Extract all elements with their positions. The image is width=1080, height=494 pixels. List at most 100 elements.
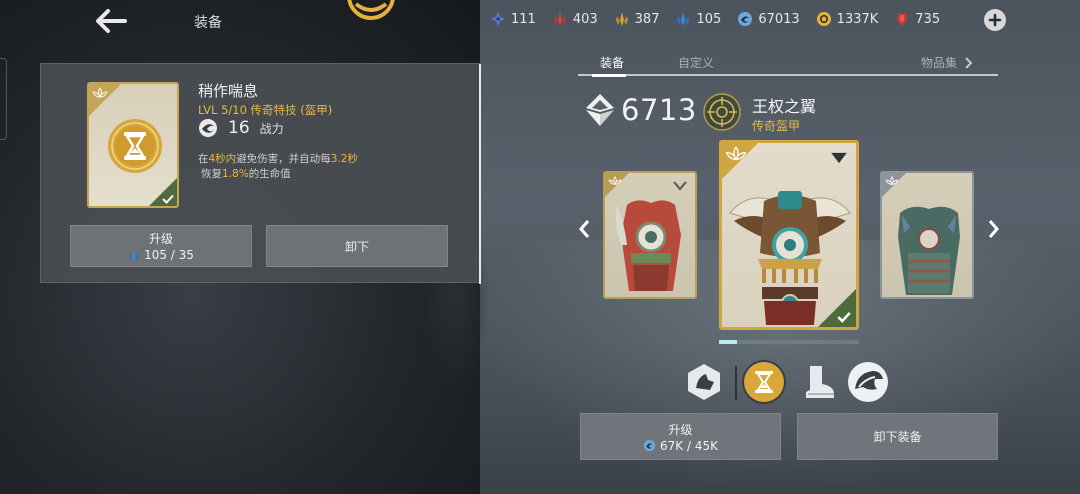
desc-text: 避免伤害，并自动每: [236, 153, 331, 165]
unequip-label: 卸下: [344, 239, 369, 254]
armor-perk-icon: [688, 364, 720, 400]
perk-power-label: 战力: [259, 121, 284, 136]
red-crystal-icon: [553, 12, 566, 26]
set-emblem-icon[interactable]: [703, 93, 741, 131]
next-item-button[interactable]: [984, 217, 1004, 241]
steel-swirl-icon: [738, 12, 753, 26]
upgrade-cost: 105 / 35: [128, 248, 194, 262]
chest-armor-icon: [898, 206, 960, 295]
lotus-icon: [725, 146, 747, 161]
perk-upgrade-button[interactable]: 升级 105 / 35: [70, 225, 252, 267]
currency-value: 387: [634, 11, 660, 27]
chevron-down-icon: [673, 181, 687, 191]
tab-collection[interactable]: 物品集: [921, 54, 973, 71]
perk-slot-selector: [684, 362, 894, 404]
currency-gold-coin[interactable]: 1337K: [816, 11, 879, 27]
lotus-icon: [92, 87, 108, 98]
tab-custom[interactable]: 自定义: [678, 54, 714, 71]
back-arrow-icon: [96, 9, 127, 33]
chest-armor-icon: [615, 200, 681, 291]
lotus-icon: [608, 176, 622, 186]
perk-card[interactable]: [87, 82, 179, 208]
side-drawer-tab[interactable]: [0, 58, 7, 140]
currency-value: 105: [696, 11, 722, 27]
perk-slot-2-selected[interactable]: [744, 362, 784, 402]
back-button[interactable]: [92, 6, 130, 36]
perk-description: 在4秒内避免伤害，并自动每3.2秒 恢复1.8%的生命值: [198, 152, 458, 182]
chevron-down-icon: [831, 152, 847, 164]
upgrade-cost-value: 105 / 35: [144, 248, 194, 262]
gear-tabs: 装备 自定义 物品集: [578, 48, 998, 77]
desc-highlight: 1.8%: [222, 168, 249, 180]
currency-red-crystal[interactable]: 403: [552, 11, 598, 27]
upgrade-label: 升级: [148, 232, 173, 246]
perk-level-type: LVL 5/10 传奇特技 (盔甲): [198, 103, 333, 117]
item-name: 王权之翼: [752, 97, 817, 116]
currency-gold-crystal[interactable]: 387: [614, 11, 660, 27]
lotus-emblem-icon: [347, 0, 395, 20]
perk-power: 16 战力: [198, 118, 284, 138]
desc-text: 恢复: [201, 168, 222, 180]
swirl-power-icon: [199, 119, 217, 137]
desc-highlight: 3.2秒: [330, 153, 358, 165]
gear-card-previous[interactable]: [603, 171, 697, 299]
upgrade-cost-value: 67K / 45K: [660, 438, 718, 453]
prev-item-button[interactable]: [574, 217, 594, 241]
active-tab-indicator: [592, 74, 626, 77]
currency-value: 1337K: [836, 11, 879, 27]
gear-card-next[interactable]: [880, 171, 974, 299]
gear-score: 6713: [584, 92, 697, 128]
currency-value: 111: [511, 11, 536, 27]
gear-score-value: 6713: [621, 93, 697, 127]
chevron-right-icon: [988, 220, 999, 238]
currency-red-shard[interactable]: 735: [894, 11, 940, 27]
blue-star-shard-icon: [491, 12, 505, 26]
plus-icon: [988, 13, 1002, 27]
beast-perk-icon: [855, 371, 883, 390]
gold-crystal-icon: [615, 12, 628, 26]
blue-crystal-icon: [129, 249, 139, 261]
top-bar: 装备 111 403 387 105 67013 1337K 735: [0, 0, 1080, 42]
lotus-icon: [885, 176, 899, 186]
currency-blue-crystal[interactable]: 105: [675, 11, 721, 27]
perk-detail-panel: 稍作喘息 LVL 5/10 传奇特技 (盔甲) 16 战力 在4秒内避免伤害，并…: [40, 63, 481, 284]
currency-steel[interactable]: 67013: [737, 11, 800, 27]
item-rarity: 传奇盔甲: [752, 119, 801, 133]
perk-power-value: 16: [228, 118, 250, 138]
add-currency-button[interactable]: [984, 9, 1006, 31]
gear-upgrade-button[interactable]: 升级 67K / 45K: [580, 413, 781, 460]
perk-slot-4[interactable]: [848, 362, 888, 402]
chevron-left-icon: [579, 220, 590, 238]
hourglass-medal-icon: [108, 119, 162, 173]
perk-name: 稍作喘息: [198, 82, 259, 100]
gear-page-progress: [719, 340, 859, 344]
slot-divider: [735, 366, 737, 400]
tab-collection-label: 物品集: [921, 56, 958, 70]
currency-bar: 111 403 387 105 67013 1337K 735: [490, 11, 940, 27]
tab-equip[interactable]: 装备: [600, 54, 624, 71]
boot-perk-icon: [806, 366, 834, 398]
upgrade-label: 升级: [668, 422, 693, 437]
blue-crystal-icon: [677, 12, 690, 26]
perk-unequip-button[interactable]: 卸下: [266, 225, 448, 267]
gear-score-icon: [586, 94, 614, 126]
perk-slot-3[interactable]: [798, 362, 838, 402]
perk-slot-1[interactable]: [684, 362, 724, 402]
red-shard-icon: [897, 13, 908, 26]
check-icon: [162, 194, 174, 204]
upgrade-cost: 67K / 45K: [643, 439, 718, 453]
winged-chest-armor-icon: [729, 191, 851, 325]
desc-text: 的生命值: [248, 168, 291, 180]
page-title: 装备: [194, 15, 222, 31]
currency-value: 403: [572, 11, 598, 27]
gear-card-selected[interactable]: [719, 140, 859, 330]
currency-value: 735: [915, 11, 941, 27]
unequip-label: 卸下装备: [873, 430, 922, 444]
desc-highlight: 4秒内: [208, 153, 237, 165]
gear-unequip-button[interactable]: 卸下装备: [797, 413, 998, 460]
gold-coin-icon: [816, 12, 831, 26]
desc-text: 在: [198, 153, 209, 165]
hourglass-icon: [755, 371, 773, 393]
currency-blue-star[interactable]: 111: [490, 11, 536, 27]
currency-value: 67013: [758, 11, 800, 27]
